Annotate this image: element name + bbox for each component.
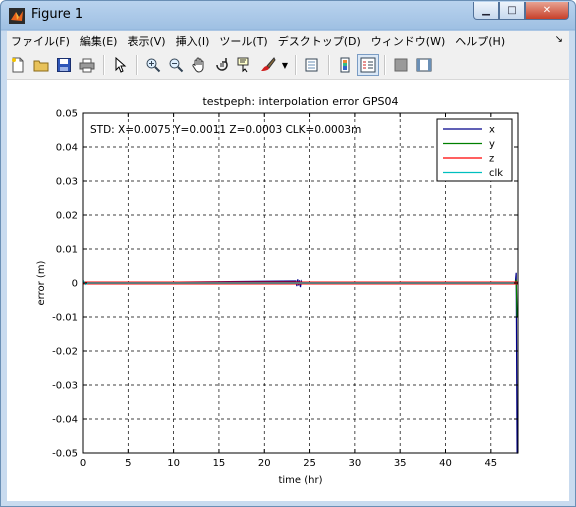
window-controls: ▁ □ ✕ bbox=[473, 2, 569, 20]
chevron-down-icon: ▼ bbox=[281, 60, 289, 70]
link-plot-button[interactable] bbox=[301, 54, 323, 76]
menu-edit[interactable]: 編集(E) bbox=[76, 33, 122, 49]
x-tick-label: 0 bbox=[80, 458, 86, 469]
x-tick-label: 15 bbox=[213, 458, 226, 469]
zoom-in-button[interactable] bbox=[142, 54, 164, 76]
y-tick-label: 0.01 bbox=[56, 245, 78, 256]
menu-window[interactable]: ウィンドウ(W) bbox=[367, 33, 449, 49]
save-icon bbox=[57, 58, 71, 72]
edit-plot-button[interactable] bbox=[109, 54, 131, 76]
y-axis-label: error (m) bbox=[36, 260, 47, 305]
legend-label: z bbox=[489, 154, 494, 165]
toolbar-separator bbox=[328, 55, 330, 75]
maximize-button[interactable]: □ bbox=[499, 2, 525, 20]
dock-arrow-icon[interactable]: ↘ bbox=[555, 34, 563, 45]
edit-plot-icon bbox=[115, 57, 127, 73]
toolbar-separator bbox=[295, 55, 297, 75]
close-button[interactable]: ✕ bbox=[525, 2, 569, 20]
legend[interactable]: xyz clk bbox=[436, 118, 513, 182]
brush-button[interactable] bbox=[257, 54, 279, 76]
figure-canvas: 0 5 10 15 20 25 30 35 40 45 0.05 0.04 0.03 0.02 0.01 0-… bbox=[7, 80, 569, 501]
y-tick-label: 0.02 bbox=[56, 211, 78, 222]
legend-label: y bbox=[489, 139, 495, 150]
menu-bar: ファイル(F) 編集(E) 表示(V) 挿入(I) ツール(T) デスクトップ(… bbox=[7, 31, 569, 51]
brush-icon bbox=[261, 57, 276, 71]
open-icon bbox=[33, 60, 49, 72]
x-tick-label: 35 bbox=[394, 458, 407, 469]
y-tick-label: -0.05 bbox=[52, 449, 78, 460]
toolbar-separator bbox=[136, 55, 138, 75]
zoom-in-icon bbox=[146, 58, 161, 73]
menu-file[interactable]: ファイル(F) bbox=[7, 33, 74, 49]
legend-label: x bbox=[489, 125, 495, 136]
std-annotation: STD: X=0.0075 Y=0.0011 Z=0.0003 CLK=0.00… bbox=[90, 124, 361, 136]
pan-icon bbox=[192, 57, 204, 73]
y-tick-label: -0.04 bbox=[52, 415, 78, 426]
menu-insert[interactable]: 挿入(I) bbox=[172, 33, 214, 49]
open-file-button[interactable] bbox=[30, 54, 52, 76]
zoom-out-icon bbox=[169, 58, 184, 73]
y-tick-label: -0.02 bbox=[52, 347, 78, 358]
series-line-x bbox=[82, 272, 518, 454]
minimize-icon: ▁ bbox=[482, 5, 490, 16]
x-tick-label: 40 bbox=[439, 458, 452, 469]
toolbar-separator bbox=[384, 55, 386, 75]
close-icon: ✕ bbox=[542, 5, 552, 16]
rotate-icon bbox=[216, 58, 228, 71]
data-cursor-icon bbox=[237, 57, 249, 73]
title-bar[interactable]: Figure 1 ▁ □ ✕ bbox=[1, 1, 575, 31]
print-figure-button[interactable] bbox=[76, 54, 98, 76]
y-tick-label: -0.01 bbox=[52, 313, 78, 324]
show-plot-tools-button[interactable] bbox=[413, 54, 435, 76]
chart-title: testpeph: interpolation error GPS04 bbox=[202, 95, 398, 108]
insert-legend-button[interactable] bbox=[357, 54, 379, 76]
menu-view[interactable]: 表示(V) bbox=[123, 33, 169, 49]
x-tick-label: 45 bbox=[484, 458, 497, 469]
legend-icon bbox=[360, 57, 376, 73]
colorbar-icon bbox=[340, 57, 350, 73]
new-figure-button[interactable] bbox=[7, 54, 29, 76]
hide-plot-tools-button[interactable] bbox=[390, 54, 412, 76]
figure-window: Figure 1 ▁ □ ✕ ファイル(F) 編集(E) 表示(V) 挿入(I)… bbox=[0, 0, 576, 507]
menu-desktop[interactable]: デスクトップ(D) bbox=[274, 33, 365, 49]
x-tick-label: 20 bbox=[258, 458, 271, 469]
toolbar-separator bbox=[103, 55, 105, 75]
figure-toolbar: ▼ bbox=[7, 51, 569, 80]
y-tick-label: 0 bbox=[72, 279, 78, 290]
pan-button[interactable] bbox=[188, 54, 210, 76]
menu-tools[interactable]: ツール(T) bbox=[215, 33, 271, 49]
y-tick-label: -0.03 bbox=[52, 381, 78, 392]
minimize-button[interactable]: ▁ bbox=[473, 2, 499, 20]
rotate-3d-button[interactable] bbox=[211, 54, 233, 76]
x-axis-label: time (hr) bbox=[278, 475, 322, 486]
hide-plot-tools-icon bbox=[394, 58, 408, 72]
matlab-app-icon bbox=[9, 8, 25, 24]
x-tick-label: 25 bbox=[303, 458, 316, 469]
y-tick-label: 0.03 bbox=[56, 177, 78, 188]
insert-colorbar-button[interactable] bbox=[334, 54, 356, 76]
window-title: Figure 1 bbox=[31, 7, 84, 22]
brush-dropdown-button[interactable]: ▼ bbox=[280, 54, 290, 76]
x-tick-label: 10 bbox=[167, 458, 180, 469]
link-icon bbox=[305, 58, 318, 72]
menu-help[interactable]: ヘルプ(H) bbox=[451, 33, 509, 49]
new-figure-icon bbox=[12, 57, 24, 73]
show-plot-tools-icon bbox=[416, 58, 432, 72]
legend-label: clk bbox=[489, 168, 503, 179]
chart[interactable]: 0 5 10 15 20 25 30 35 40 450.050.040.030.020.010-… bbox=[7, 80, 569, 501]
x-tick-label: 30 bbox=[349, 458, 362, 469]
y-tick-label: 0.04 bbox=[56, 143, 78, 154]
y-tick-label: 0.05 bbox=[56, 109, 78, 120]
x-tick-label: 5 bbox=[125, 458, 131, 469]
print-icon bbox=[79, 58, 95, 73]
save-figure-button[interactable] bbox=[53, 54, 75, 76]
zoom-out-button[interactable] bbox=[165, 54, 187, 76]
data-cursor-button[interactable] bbox=[234, 54, 256, 76]
maximize-icon: □ bbox=[507, 5, 517, 16]
